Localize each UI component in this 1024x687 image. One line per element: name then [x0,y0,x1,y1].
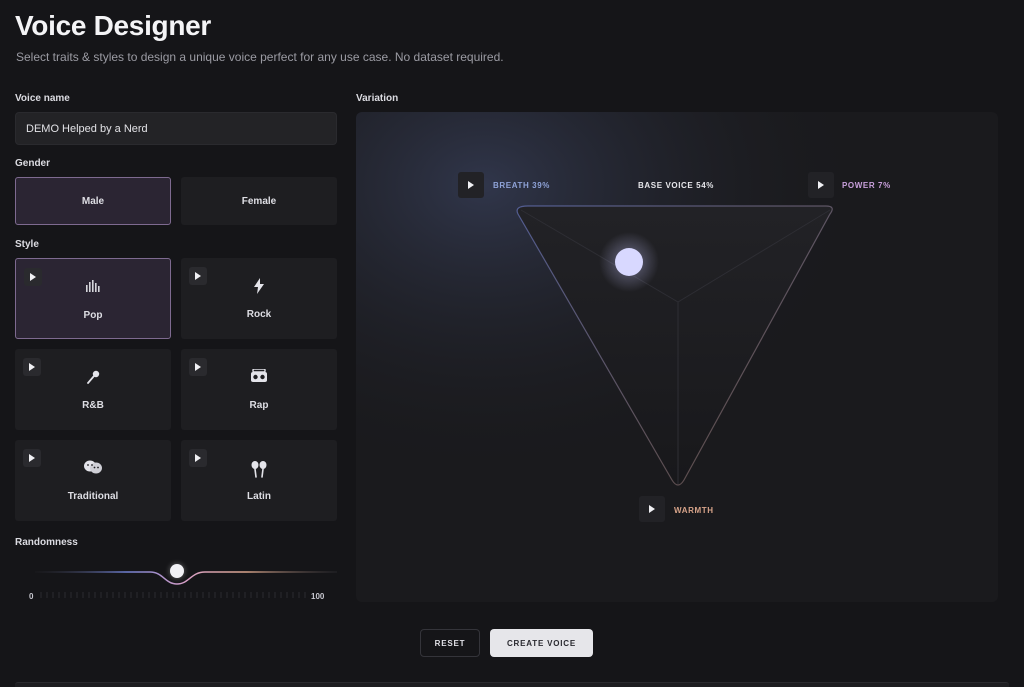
style-tile-label: Rap [249,400,269,411]
style-tile-label: Pop [83,310,103,321]
randomness-slider[interactable]: 0 100 [15,552,337,604]
voice-name-label: Voice name [15,93,70,104]
style-tile-label: R&B [82,400,104,411]
randomness-max-label: 100 [311,592,325,601]
gender-option-label: Female [241,195,277,207]
breath-label: BREATH 39% [493,181,550,190]
equalizer-icon [86,280,100,292]
randomness-min-label: 0 [29,592,34,601]
reset-button[interactable]: RESET [420,629,480,657]
theater-masks-icon [84,460,102,474]
gender-option-label: Male [81,195,105,207]
variation-label: Variation [356,93,399,104]
style-tile-traditional[interactable]: Traditional [15,440,171,521]
style-tile-label: Latin [247,491,271,502]
randomness-label: Randomness [15,537,78,548]
power-label: POWER 7% [842,181,891,190]
style-tile-latin[interactable]: Latin [181,440,337,521]
gender-option-female[interactable]: Female [181,177,337,225]
style-tile-pop[interactable]: Pop [15,258,171,339]
gender-label: Gender [15,158,51,169]
style-tile-label: Rock [246,309,272,320]
page-subtitle: Select traits & styles to design a uniqu… [16,50,504,64]
boombox-icon [251,369,267,382]
play-icon [468,181,474,189]
variation-position-dot[interactable] [615,248,643,276]
create-voice-button[interactable]: CREATE VOICE [490,629,593,657]
power-play-button[interactable] [808,172,834,198]
randomness-slider-track [35,571,337,598]
voice-designer-app: Voice Designer Select traits & styles to… [0,0,1024,687]
microphone-icon [87,370,100,384]
maracas-icon [251,461,267,478]
variation-panel: BREATH 39% BASE VOICE 54% POWER 7% WARMT… [356,112,998,602]
lightning-icon [254,278,264,294]
style-tile-rap[interactable]: Rap [181,349,337,430]
randomness-slider-thumb[interactable] [170,564,184,578]
bottom-panel-edge [15,682,1009,687]
warmth-label: WARMTH [674,506,714,515]
breath-play-button[interactable] [458,172,484,198]
voice-name-input[interactable] [15,112,337,145]
base-voice-label: BASE VOICE 54% [638,181,714,190]
play-icon [818,181,824,189]
page-title: Voice Designer [15,10,212,41]
style-tile-rock[interactable]: Rock [181,258,337,339]
warmth-play-button[interactable] [639,496,665,522]
style-label: Style [15,239,39,250]
style-tile-rnb[interactable]: R&B [15,349,171,430]
style-tile-label: Traditional [67,491,119,502]
gender-option-male[interactable]: Male [15,177,171,225]
play-icon [649,505,655,513]
